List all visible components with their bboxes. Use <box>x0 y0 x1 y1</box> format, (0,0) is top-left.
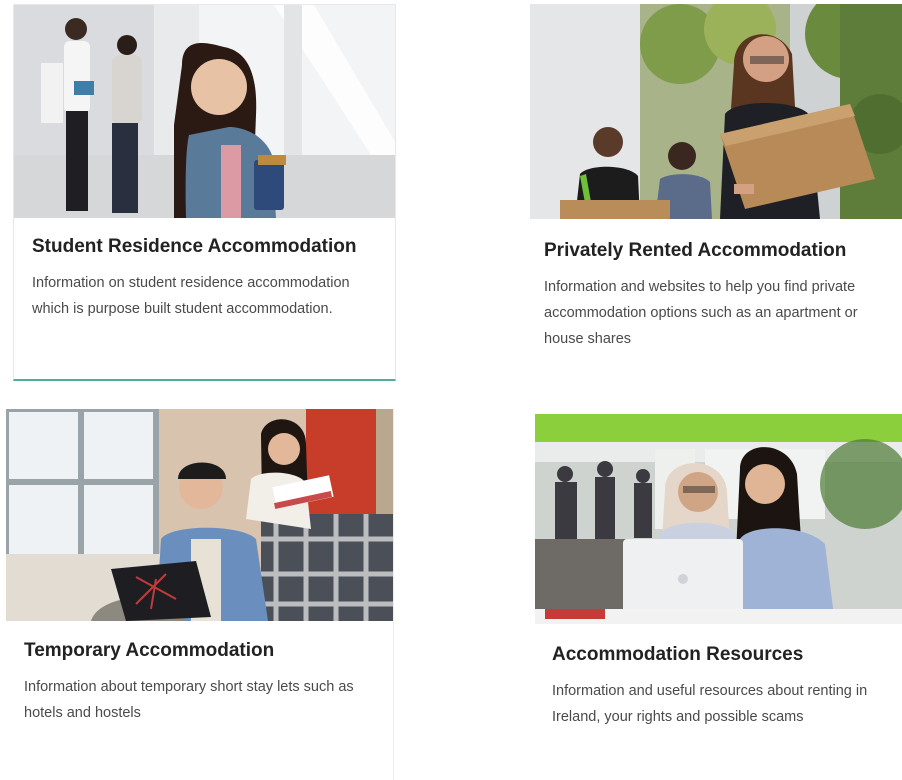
card-description: Information about temporary short stay l… <box>24 679 354 721</box>
card-resources[interactable]: Accommodation Resources Information and … <box>535 414 902 780</box>
card-title[interactable]: Temporary Accommodation <box>24 640 375 662</box>
card-image-privately-rented[interactable] <box>530 4 902 219</box>
card-title[interactable]: Privately Rented Accommodation <box>544 240 888 262</box>
student-residence-photo <box>14 5 395 218</box>
privately-rented-photo <box>530 4 902 219</box>
card-privately-rented[interactable]: Privately Rented Accommodation Informati… <box>530 4 902 374</box>
card-description: Information and websites to help you fin… <box>544 279 858 347</box>
card-temporary[interactable]: Temporary Accommodation Information abou… <box>6 409 394 780</box>
card-description: Information and useful resources about r… <box>552 683 868 725</box>
card-student-residence[interactable]: Student Residence Accommodation Informat… <box>13 4 396 381</box>
card-description: Information on student residence accommo… <box>32 275 350 317</box>
resources-photo <box>535 414 902 624</box>
card-image-temporary[interactable] <box>6 409 393 621</box>
card-title[interactable]: Student Residence Accommodation <box>32 236 377 258</box>
temporary-photo <box>6 409 393 621</box>
card-title[interactable]: Accommodation Resources <box>552 644 885 666</box>
card-image-resources[interactable] <box>535 414 902 624</box>
card-image-student-residence[interactable] <box>14 5 395 218</box>
